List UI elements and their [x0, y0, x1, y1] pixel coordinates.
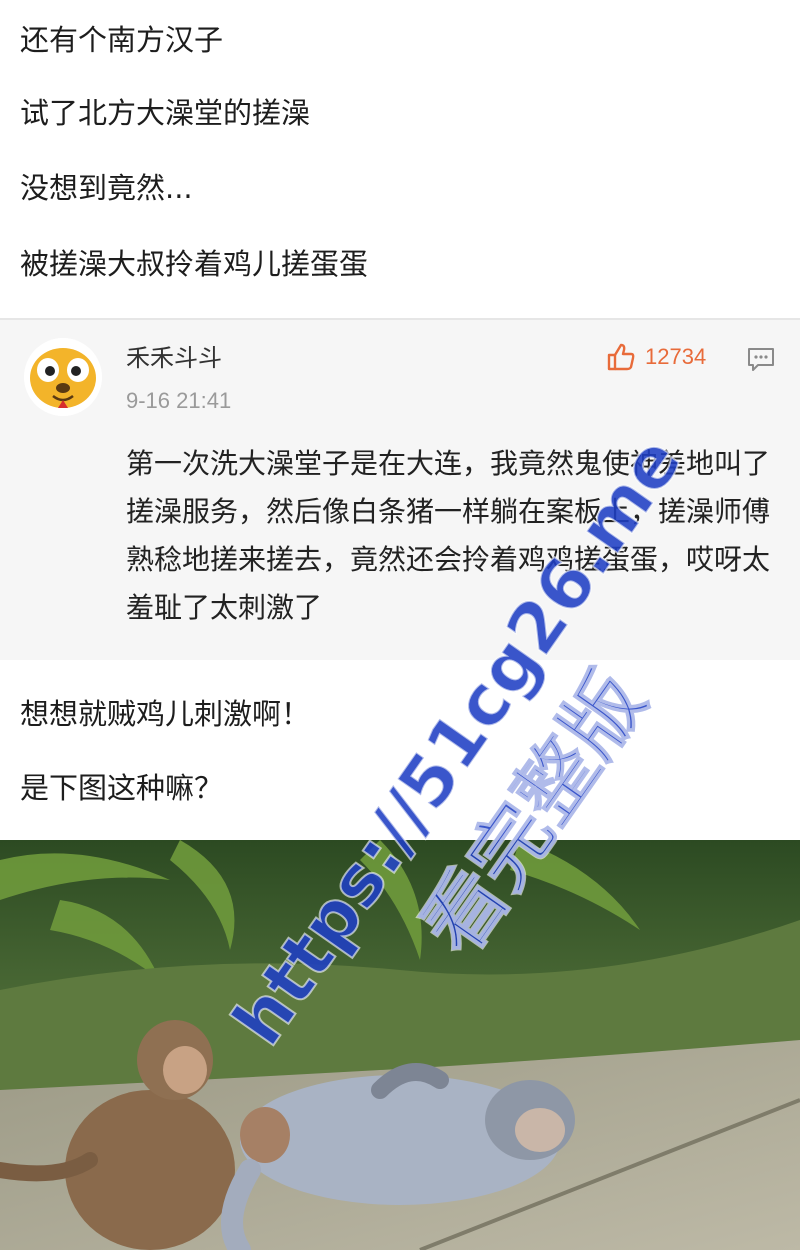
post-line-3: 没想到竟然... [20, 171, 193, 205]
like-count: 12734 [645, 344, 707, 369]
post-line-5: 想想就贼鸡儿刺激啊！ [20, 697, 311, 731]
cartoon-dog-avatar-icon [24, 338, 102, 416]
comment-timestamp: 9-16 21:41 [126, 388, 232, 413]
thumbs-up-icon [607, 343, 635, 371]
comment-text: 第一次洗大澡堂子是在大连，我竟然鬼使神差地叫了搓澡服务，然后像白条猪一样躺在案板… [126, 447, 771, 624]
post-line-2: 试了北方大澡堂的搓澡 [20, 96, 311, 130]
comment-username[interactable]: 禾禾斗斗 [126, 342, 222, 374]
post-photo [0, 840, 800, 1250]
avatar[interactable] [24, 338, 102, 416]
post-line-6: 是下图这种嘛？ [20, 771, 224, 805]
like-button[interactable]: 12734 [605, 340, 706, 374]
comment-icon [748, 348, 774, 371]
post-line-1: 还有个南方汉子 [20, 23, 224, 57]
reply-button[interactable] [746, 344, 776, 374]
monkeys-photo-image [0, 840, 800, 1250]
post-line-4: 被搓澡大叔拎着鸡儿搓蛋蛋 [20, 247, 369, 281]
